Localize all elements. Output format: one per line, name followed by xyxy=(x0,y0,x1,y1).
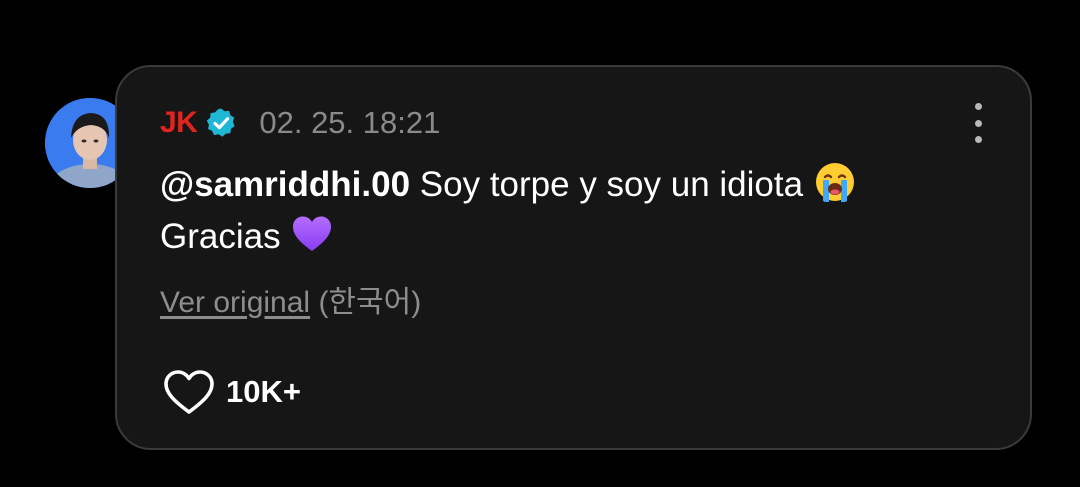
view-original-row: Ver original (한국어) xyxy=(160,277,421,321)
comment-text-line1: Soy torpe y soy un idiota xyxy=(419,165,804,204)
verified-badge-icon xyxy=(207,108,235,137)
author-name[interactable]: JK xyxy=(160,106,198,140)
more-vertical-icon[interactable] xyxy=(965,103,991,143)
view-original-link[interactable]: Ver original xyxy=(160,286,310,319)
purple-heart-emoji xyxy=(290,212,334,256)
comment-timestamp: 02. 25. 18:21 xyxy=(259,105,441,140)
loudly-crying-face-emoji xyxy=(813,160,857,204)
comment-text-line2: Gracias xyxy=(160,217,281,256)
heart-outline-icon[interactable] xyxy=(162,367,216,417)
like-row: 10K+ xyxy=(162,367,301,417)
comment-card: JK 02. 25. 18:21 @samriddhi.00 Soy torpe… xyxy=(115,65,1032,450)
mention-link[interactable]: @samriddhi.00 xyxy=(160,165,410,204)
original-language: (한국어) xyxy=(318,286,422,319)
comment-body: @samriddhi.00 Soy torpe y soy un idiota … xyxy=(160,159,960,263)
menu-dot xyxy=(974,119,982,127)
comment-screen: JK 02. 25. 18:21 @samriddhi.00 Soy torpe… xyxy=(0,0,1080,487)
menu-dot xyxy=(974,103,982,110)
like-count: 10K+ xyxy=(226,374,301,409)
comment-header: JK 02. 25. 18:21 xyxy=(160,105,440,141)
menu-dot xyxy=(974,136,982,143)
